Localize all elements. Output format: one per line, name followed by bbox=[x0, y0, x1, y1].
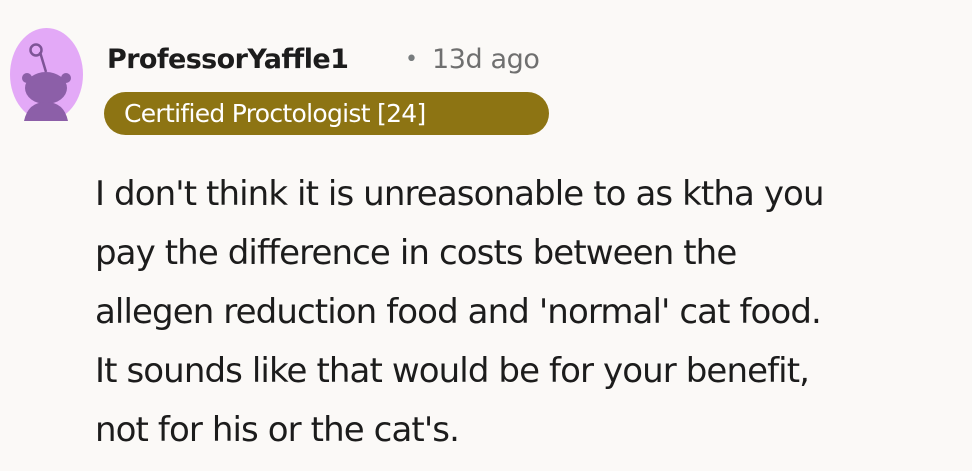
username[interactable]: ProfessorYaffle1 bbox=[107, 38, 349, 82]
user-avatar[interactable] bbox=[10, 28, 83, 121]
comment-body-line: It sounds like that would be for your be… bbox=[95, 351, 810, 391]
comment-body-line: allegen reduction food and 'normal' cat … bbox=[95, 292, 822, 332]
comment: ProfessorYaffle1 • 13d ago Certified Pro… bbox=[0, 0, 972, 471]
comment-body-line: I don't think it is unreasonable to as k… bbox=[95, 174, 825, 214]
comment-body-line: not for his or the cat's. bbox=[95, 410, 460, 450]
timestamp[interactable]: 13d ago bbox=[432, 38, 540, 82]
comment-body-line: pay the difference in costs between the bbox=[95, 233, 737, 273]
comment-body: I don't think it is unreasonable to as k… bbox=[95, 165, 960, 460]
separator-dot: • bbox=[405, 47, 418, 72]
reddit-snoo-avatar-icon bbox=[10, 28, 83, 121]
user-flair-badge: Certified Proctologist [24] bbox=[104, 92, 549, 135]
